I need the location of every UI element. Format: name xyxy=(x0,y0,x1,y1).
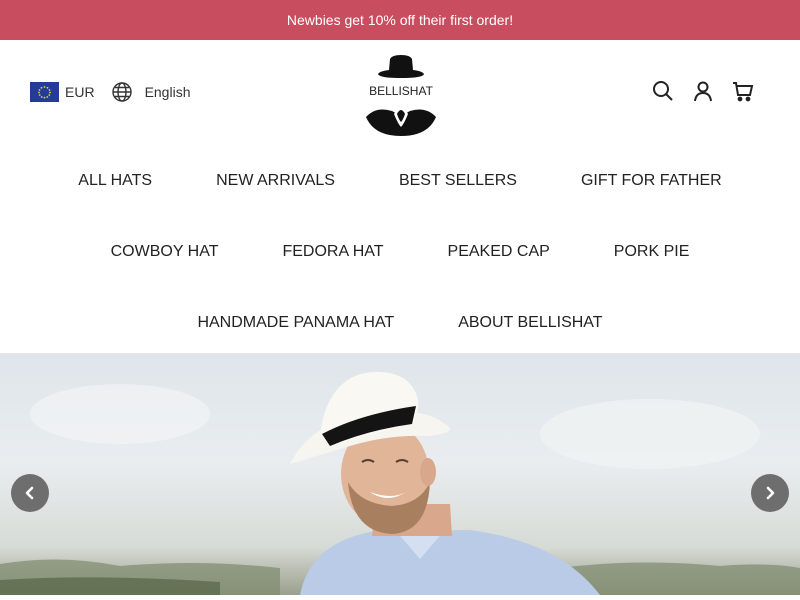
nav-fedora-hat[interactable]: FEDORA HAT xyxy=(282,243,383,261)
slider-next-button[interactable] xyxy=(751,474,789,512)
nav-row-1: ALL HATS NEW ARRIVALS BEST SELLERS GIFT … xyxy=(0,145,800,216)
nav-new-arrivals[interactable]: NEW ARRIVALS xyxy=(216,172,335,190)
nav-peaked-cap[interactable]: PEAKED CAP xyxy=(448,243,550,261)
language-selector[interactable]: English xyxy=(145,84,191,100)
site-header: EUR English BELLISHAT xyxy=(0,40,800,150)
currency-selector[interactable]: EUR xyxy=(65,84,95,100)
nav-pork-pie[interactable]: PORK PIE xyxy=(614,243,690,261)
cart-icon[interactable] xyxy=(732,80,754,102)
globe-icon[interactable] xyxy=(111,81,133,103)
nav-handmade-panama-hat[interactable]: HANDMADE PANAMA HAT xyxy=(197,314,394,332)
nav-cowboy-hat[interactable]: COWBOY HAT xyxy=(111,243,219,261)
logo-text: BELLISHAT xyxy=(369,84,433,98)
nav-about-bellishat[interactable]: ABOUT BELLISHAT xyxy=(458,314,602,332)
user-icon[interactable] xyxy=(692,80,714,102)
nav-row-3: HANDMADE PANAMA HAT ABOUT BELLISHAT xyxy=(0,287,800,358)
announcement-bar: Newbies get 10% off their first order! xyxy=(0,0,800,40)
eu-flag-icon[interactable] xyxy=(30,82,59,102)
bellishat-logo[interactable]: BELLISHAT xyxy=(364,54,438,138)
locale-switcher: EUR English xyxy=(30,81,190,103)
nav-row-2: COWBOY HAT FEDORA HAT PEAKED CAP PORK PI… xyxy=(0,216,800,287)
hero-image xyxy=(0,371,800,595)
nav-all-hats[interactable]: ALL HATS xyxy=(78,172,152,190)
announcement-text: Newbies get 10% off their first order! xyxy=(286,12,514,28)
slider-prev-button[interactable] xyxy=(11,474,49,512)
chevron-left-icon xyxy=(25,486,34,500)
hero-slider xyxy=(0,354,800,595)
chevron-right-icon xyxy=(766,486,775,500)
nav-gift-for-father[interactable]: GIFT FOR FATHER xyxy=(581,172,722,190)
search-icon[interactable] xyxy=(652,80,674,102)
header-actions xyxy=(652,80,754,102)
nav-best-sellers[interactable]: BEST SELLERS xyxy=(399,172,517,190)
main-navigation: ALL HATS NEW ARRIVALS BEST SELLERS GIFT … xyxy=(0,145,800,354)
